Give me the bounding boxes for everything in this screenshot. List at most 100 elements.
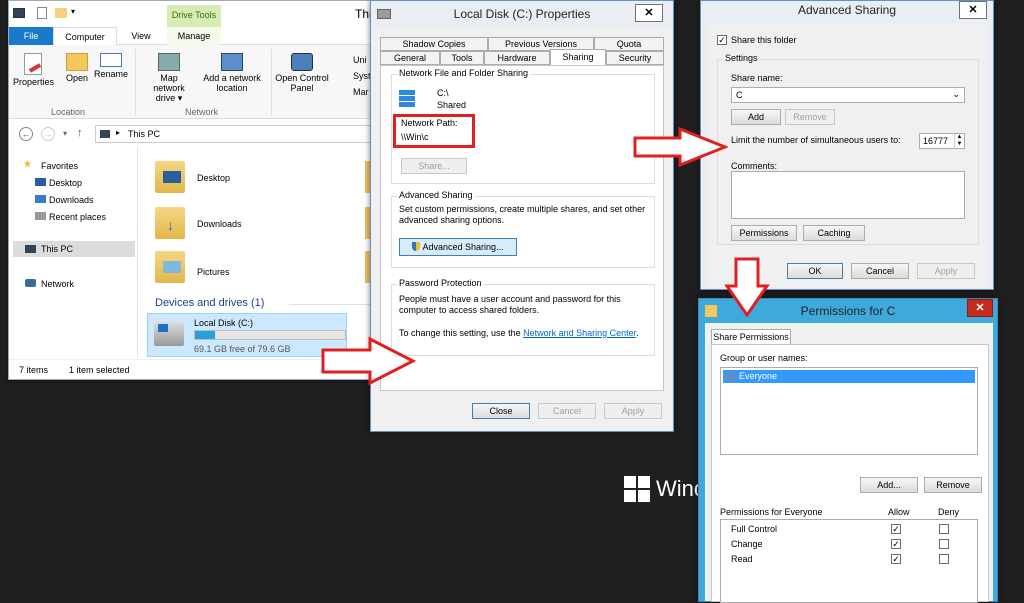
open-control-panel-label: Open Control Panel bbox=[275, 73, 329, 93]
qat-computer-icon[interactable] bbox=[13, 8, 25, 18]
advanced-sharing-close-icon[interactable]: ✕ bbox=[959, 1, 987, 19]
context-tab-drive-tools: Drive Tools bbox=[167, 5, 221, 27]
tab-hardware[interactable]: Hardware bbox=[484, 51, 550, 65]
folder-desktop[interactable]: Desktop bbox=[149, 161, 259, 197]
nav-back-icon[interactable]: ← bbox=[19, 127, 33, 141]
tab-share-permissions[interactable]: Share Permissions bbox=[711, 329, 791, 345]
tab-tools[interactable]: Tools bbox=[440, 51, 484, 65]
tab-security[interactable]: Security bbox=[606, 51, 664, 65]
windows-logo bbox=[624, 476, 650, 502]
tab-shadow-copies[interactable]: Shadow Copies bbox=[380, 37, 488, 51]
status-item-count: 7 items bbox=[19, 365, 49, 375]
advanced-ok-button[interactable]: OK bbox=[787, 263, 843, 279]
nav-downloads[interactable]: Downloads bbox=[49, 195, 94, 205]
share-name-remove-button[interactable]: Remove bbox=[785, 109, 835, 125]
qat-newfolder-icon[interactable] bbox=[55, 8, 67, 18]
caching-button[interactable]: Caching bbox=[803, 225, 865, 241]
open-icon bbox=[66, 53, 88, 71]
password-change-prefix: To change this setting, use the bbox=[399, 328, 524, 338]
share-path: C:\ bbox=[437, 88, 449, 98]
properties-close-icon[interactable]: ✕ bbox=[635, 4, 663, 22]
control-panel-icon bbox=[291, 53, 313, 71]
permissions-remove-button[interactable]: Remove bbox=[924, 477, 982, 493]
folder-desktop-label: Desktop bbox=[197, 173, 231, 183]
permissions-button[interactable]: Permissions bbox=[731, 225, 797, 241]
qat-properties-icon[interactable] bbox=[37, 7, 47, 19]
nav-this-pc: This PC bbox=[41, 244, 74, 254]
map-network-drive-button[interactable]: Map network drive ▾ bbox=[139, 51, 199, 103]
add-network-location-button[interactable]: Add a network location bbox=[199, 51, 265, 101]
folder-pictures[interactable]: Pictures bbox=[149, 251, 259, 287]
nav-this-pc-row[interactable]: This PC bbox=[13, 241, 135, 257]
user-limit-spinner[interactable]: 16777 ▲ ▼ bbox=[919, 133, 965, 149]
properties-apply-button[interactable]: Apply bbox=[604, 403, 662, 419]
comments-textarea[interactable] bbox=[731, 171, 965, 219]
allow-checkbox[interactable]: ✓ bbox=[891, 539, 901, 549]
open-control-panel-button[interactable]: Open Control Panel bbox=[273, 51, 331, 101]
advanced-apply-button[interactable]: Apply bbox=[917, 263, 975, 279]
tab-file[interactable]: File bbox=[9, 27, 53, 45]
folder-downloads[interactable]: ↓ Downloads bbox=[149, 207, 259, 243]
spinner-up-icon[interactable]: ▲ bbox=[954, 134, 964, 141]
properties-button[interactable]: Properties bbox=[13, 51, 54, 91]
users-group-icon bbox=[725, 372, 737, 381]
add-network-location-label: Add a network location bbox=[203, 73, 261, 93]
tab-view[interactable]: View bbox=[121, 27, 161, 45]
folder-pictures-label: Pictures bbox=[197, 267, 230, 277]
deny-checkbox[interactable] bbox=[939, 554, 949, 564]
nav-recent-places[interactable]: Recent places bbox=[49, 212, 106, 222]
share-status: Shared bbox=[437, 100, 467, 110]
network-sharing-center-link[interactable]: Network and Sharing Center bbox=[523, 328, 636, 338]
network-path-label: Network Path: bbox=[401, 118, 458, 128]
allow-checkbox[interactable]: ✓ bbox=[891, 524, 901, 534]
spinner-down-icon[interactable]: ▼ bbox=[954, 141, 964, 148]
deny-checkbox[interactable] bbox=[939, 524, 949, 534]
this-pc-icon bbox=[100, 130, 110, 138]
system-item-uninstall[interactable]: Uni bbox=[353, 55, 367, 65]
allow-checkbox[interactable]: ✓ bbox=[891, 554, 901, 564]
permissions-close-icon[interactable]: ✕ bbox=[967, 299, 993, 317]
tab-manage[interactable]: Manage bbox=[167, 27, 221, 45]
nav-up-icon[interactable]: ↑ bbox=[77, 127, 83, 139]
open-button[interactable]: Open bbox=[63, 51, 91, 91]
advanced-sharing-title: Advanced Sharing bbox=[797, 3, 897, 17]
address-bar[interactable]: ▸ This PC bbox=[95, 125, 379, 143]
tab-computer[interactable]: Computer bbox=[53, 27, 117, 46]
qat-dropdown-icon[interactable]: ▾ bbox=[71, 7, 75, 16]
share-folder-checkbox[interactable]: ✓ bbox=[717, 35, 727, 45]
tab-general[interactable]: General bbox=[380, 51, 440, 65]
drive-c-item[interactable]: Local Disk (C:) 69.1 GB free of 79.6 GB bbox=[147, 313, 347, 357]
user-row-everyone[interactable]: Everyone bbox=[723, 370, 975, 383]
deny-checkbox[interactable] bbox=[939, 539, 949, 549]
system-item-manage[interactable]: Mar bbox=[353, 87, 369, 97]
advanced-sharing-button[interactable]: Advanced Sharing... bbox=[399, 238, 517, 256]
ribbon-divider-2 bbox=[271, 49, 272, 115]
group-label-location: Location bbox=[51, 107, 86, 117]
status-selected: 1 item selected bbox=[69, 365, 130, 375]
share-name-label: Share name: bbox=[731, 73, 783, 83]
recent-nav-icon bbox=[35, 212, 46, 220]
system-item-properties[interactable]: Syst bbox=[353, 71, 371, 81]
share-name-add-button[interactable]: Add bbox=[731, 109, 781, 125]
drive-name: Local Disk (C:) bbox=[194, 318, 254, 328]
users-list[interactable]: Everyone bbox=[720, 367, 978, 455]
advanced-cancel-button[interactable]: Cancel bbox=[851, 263, 909, 279]
share-name-value: C bbox=[736, 90, 743, 100]
nav-desktop[interactable]: Desktop bbox=[49, 178, 82, 188]
properties-cancel-button[interactable]: Cancel bbox=[538, 403, 596, 419]
properties-close-button[interactable]: Close bbox=[472, 403, 530, 419]
nav-network[interactable]: Network bbox=[41, 279, 74, 289]
permissions-add-button[interactable]: Add... bbox=[860, 477, 918, 493]
explorer-window: ▾ Drive Tools Thi File Computer View Man… bbox=[8, 0, 380, 380]
share-name-combobox[interactable]: C ⌄ bbox=[731, 87, 965, 103]
rename-button[interactable]: Rename bbox=[93, 51, 129, 91]
permissions-dialog: Permissions for C ✕ Share Permissions Gr… bbox=[698, 298, 998, 603]
share-button[interactable]: Share... bbox=[401, 158, 467, 174]
nav-forward-icon[interactable]: → bbox=[41, 127, 55, 141]
recent-dropdown-icon[interactable]: ▾ bbox=[63, 129, 67, 138]
content-pane: Desktop ↓ Downloads Pictures Devices and… bbox=[139, 147, 379, 357]
settings-group-title: Settings bbox=[723, 53, 760, 63]
nav-favorites[interactable]: Favorites bbox=[41, 161, 78, 171]
breadcrumb-chevron-icon: ▸ bbox=[116, 128, 121, 137]
properties-icon bbox=[24, 53, 42, 75]
